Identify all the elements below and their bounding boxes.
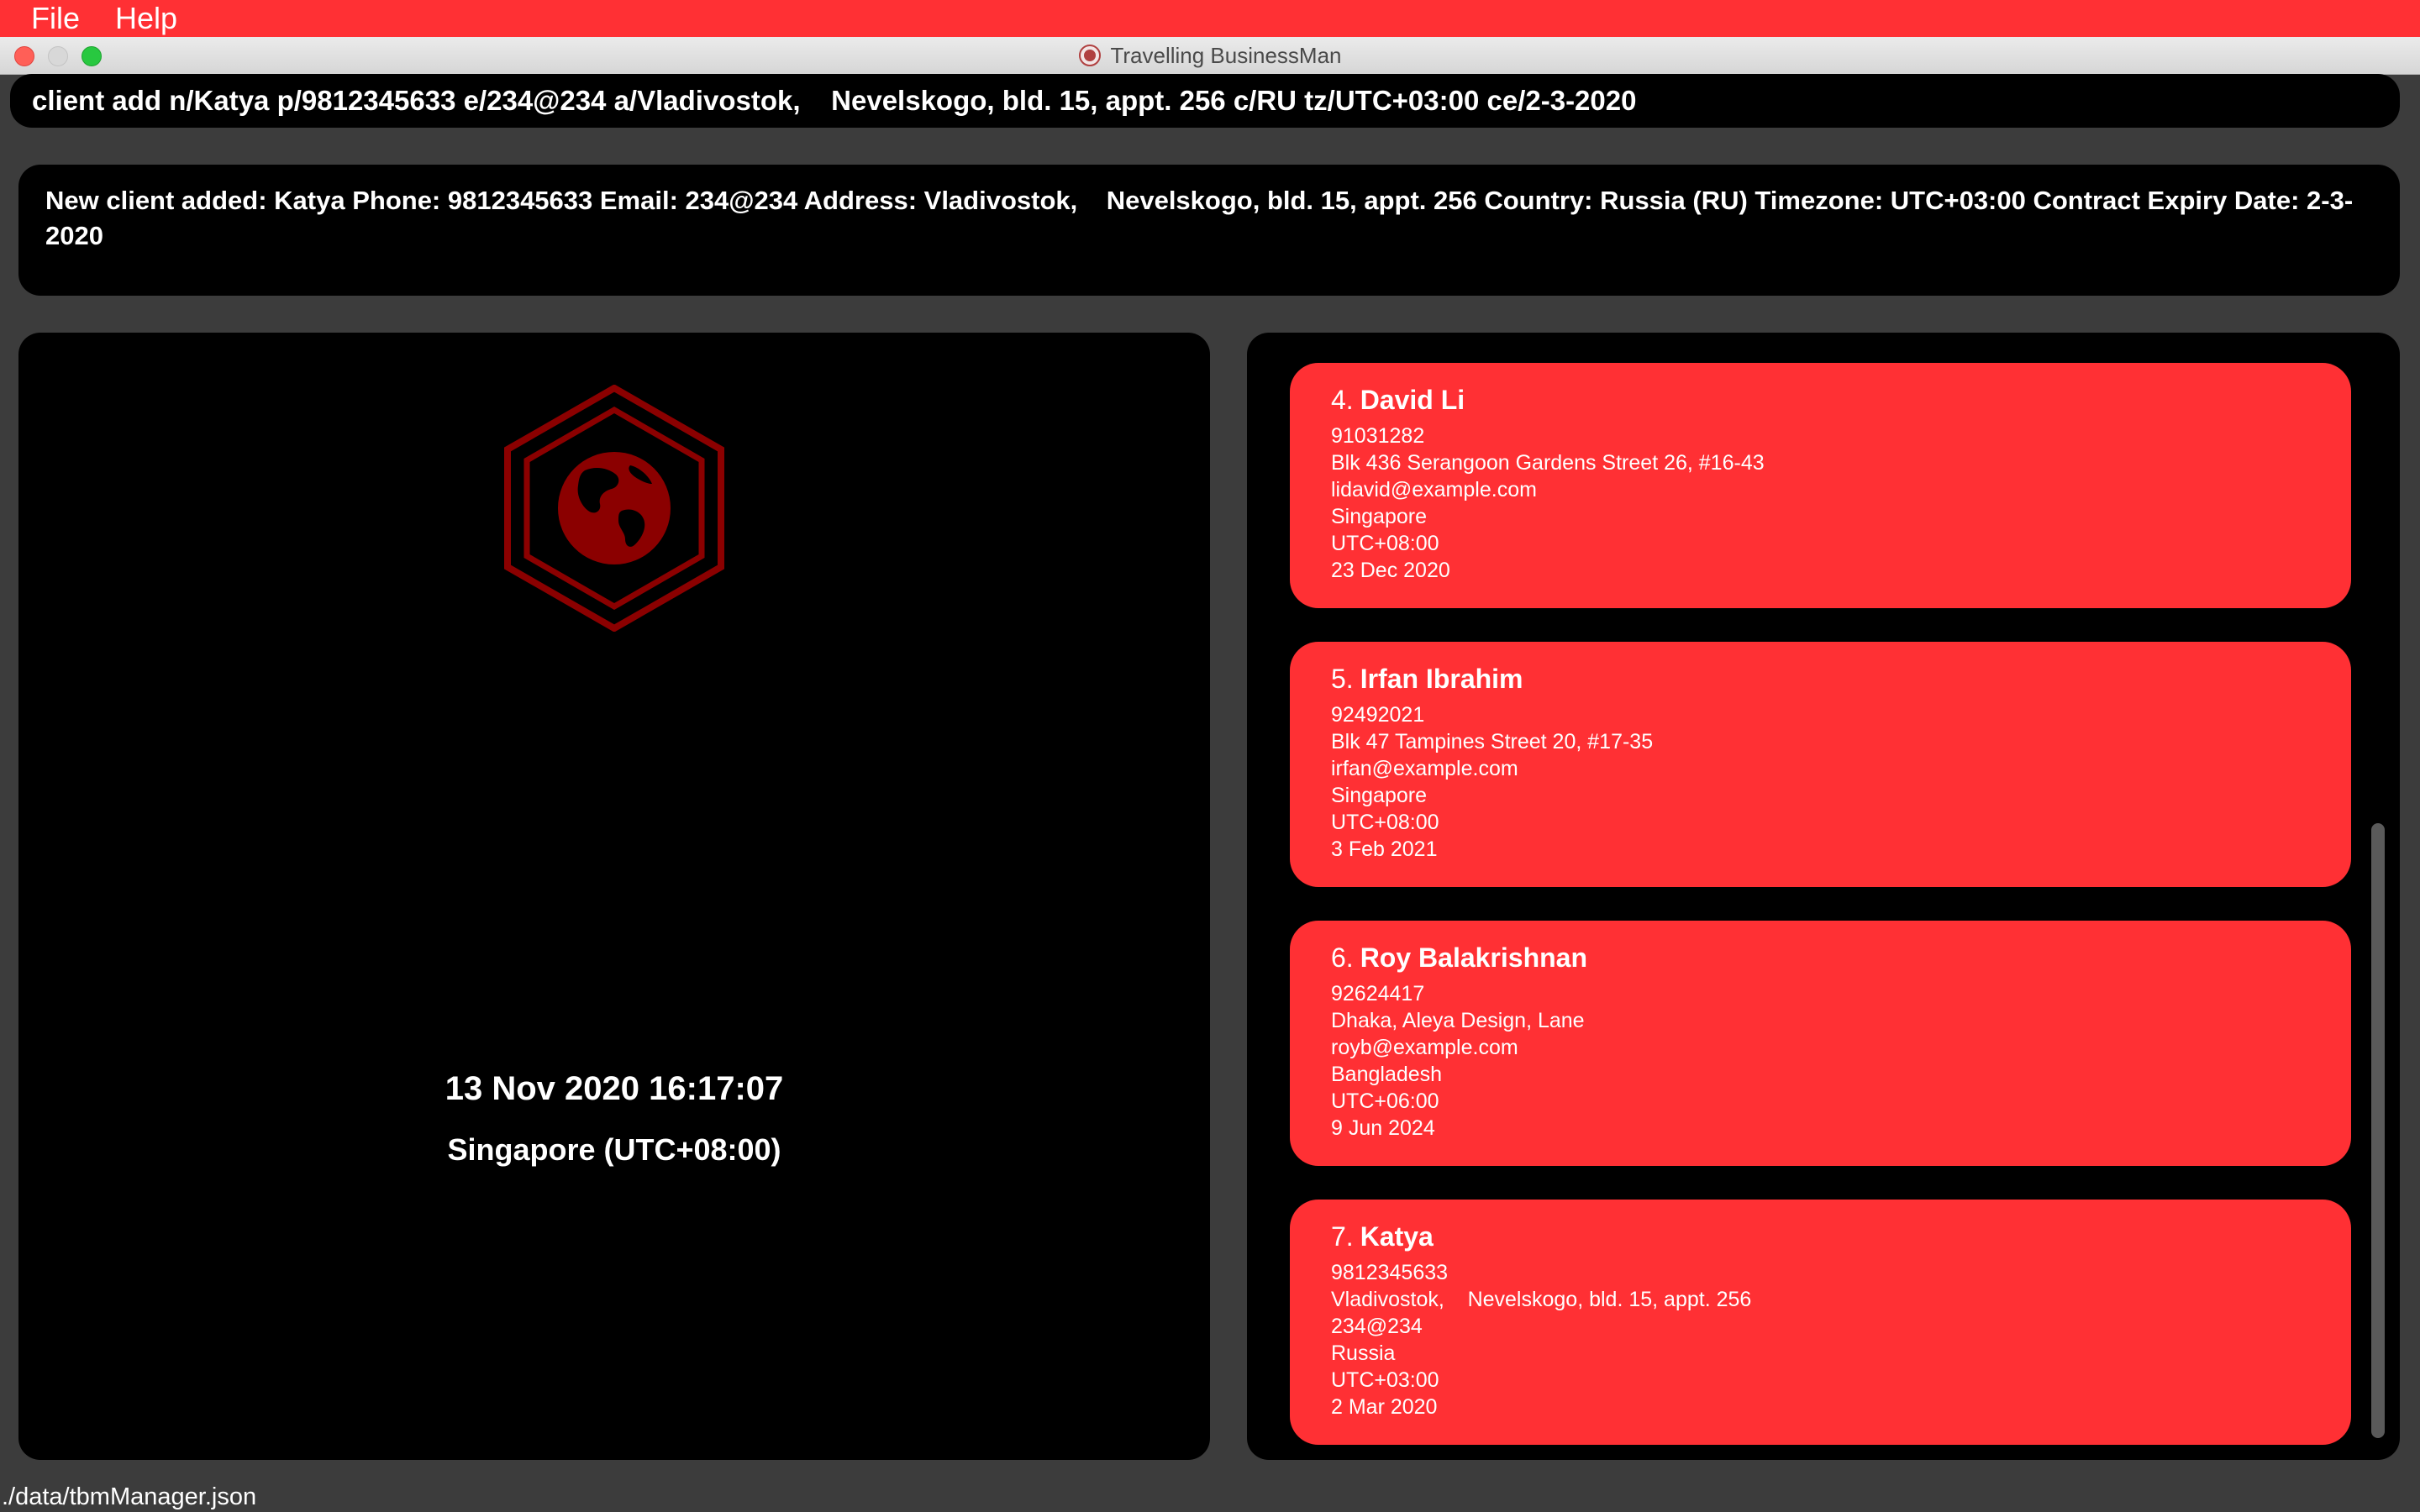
- clock-datetime: 13 Nov 2020 16:17:07: [445, 1070, 784, 1107]
- client-phone: 9812345633: [1331, 1261, 1449, 1284]
- client-name: David Li: [1360, 385, 1465, 415]
- client-phone: 92492021: [1331, 703, 1425, 727]
- window-title-wrap: Travelling BusinessMan: [0, 37, 2420, 74]
- client-phone: 92624417: [1331, 982, 1425, 1005]
- window-titlebar: Travelling BusinessMan: [0, 37, 2420, 75]
- client-contract-expiry: 23 Dec 2020: [1331, 559, 1450, 582]
- client-timezone: UTC+08:00: [1331, 532, 1439, 555]
- client-card[interactable]: 4. David Li 91031282 Blk 436 Serangoon Ga…: [1290, 363, 2351, 608]
- client-index: 4.: [1331, 385, 1354, 415]
- client-email: royb@example.com: [1331, 1036, 1518, 1059]
- client-address: Blk 47 Tampines Street 20, #17-35: [1331, 730, 1654, 753]
- client-country: Singapore: [1331, 505, 1427, 528]
- client-list-scrollbar[interactable]: [2371, 823, 2385, 1438]
- client-country: Russia: [1331, 1341, 1396, 1365]
- client-email: irfan@example.com: [1331, 757, 1518, 780]
- client-address: Blk 436 Serangoon Gardens Street 26, #16…: [1331, 451, 1765, 475]
- client-email: 234@234: [1331, 1315, 1423, 1338]
- client-email: lidavid@example.com: [1331, 478, 1537, 501]
- client-country: Bangladesh: [1331, 1063, 1443, 1086]
- client-index: 5.: [1331, 664, 1354, 694]
- client-card[interactable]: 7. Katya 9812345633 Vladivostok, Nevelsko…: [1290, 1200, 2351, 1445]
- menu-file[interactable]: File: [31, 0, 80, 37]
- window-title: Travelling BusinessMan: [1110, 42, 1342, 68]
- client-contract-expiry: 9 Jun 2024: [1331, 1116, 1435, 1140]
- client-index: 7.: [1331, 1221, 1354, 1252]
- client-name: Katya: [1360, 1221, 1434, 1252]
- client-contract-expiry: 2 Mar 2020: [1331, 1395, 1438, 1419]
- clock-panel: 13 Nov 2020 16:17:07 Singapore (UTC+08:0…: [18, 333, 1210, 1460]
- client-phone: 91031282: [1331, 424, 1425, 448]
- client-name: Irfan Ibrahim: [1360, 664, 1523, 694]
- client-country: Singapore: [1331, 784, 1427, 807]
- menu-bar: File Help: [0, 0, 2420, 37]
- client-timezone: UTC+06:00: [1331, 1089, 1439, 1113]
- result-message: New client added: Katya Phone: 981234563…: [45, 186, 2354, 250]
- client-address: Dhaka, Aleya Design, Lane: [1331, 1009, 1585, 1032]
- client-timezone: UTC+08:00: [1331, 811, 1439, 834]
- client-card[interactable]: 6. Roy Balakrishnan 92624417 Dhaka, Aleya…: [1290, 921, 2351, 1166]
- client-address: Vladivostok, Nevelskogo, bld. 15, appt. …: [1331, 1288, 1752, 1311]
- clock-timezone: Singapore (UTC+08:00): [447, 1132, 781, 1167]
- client-card[interactable]: 5. Irfan Ibrahim 92492021 Blk 47 Tampines…: [1290, 642, 2351, 887]
- menu-help[interactable]: Help: [115, 0, 177, 37]
- client-name: Roy Balakrishnan: [1360, 942, 1587, 973]
- client-index: 6.: [1331, 942, 1354, 973]
- command-box[interactable]: client add n/Katya p/9812345633 e/234@23…: [10, 74, 2400, 128]
- result-display: New client added: Katya Phone: 981234563…: [18, 165, 2400, 296]
- status-bar-path: ./data/tbmManager.json: [2, 1483, 257, 1510]
- client-contract-expiry: 3 Feb 2021: [1331, 837, 1438, 861]
- client-timezone: UTC+03:00: [1331, 1368, 1439, 1392]
- globe-icon: [1079, 45, 1102, 66]
- command-input[interactable]: client add n/Katya p/9812345633 e/234@23…: [32, 74, 1636, 128]
- globe-hexagon-icon: [504, 385, 724, 632]
